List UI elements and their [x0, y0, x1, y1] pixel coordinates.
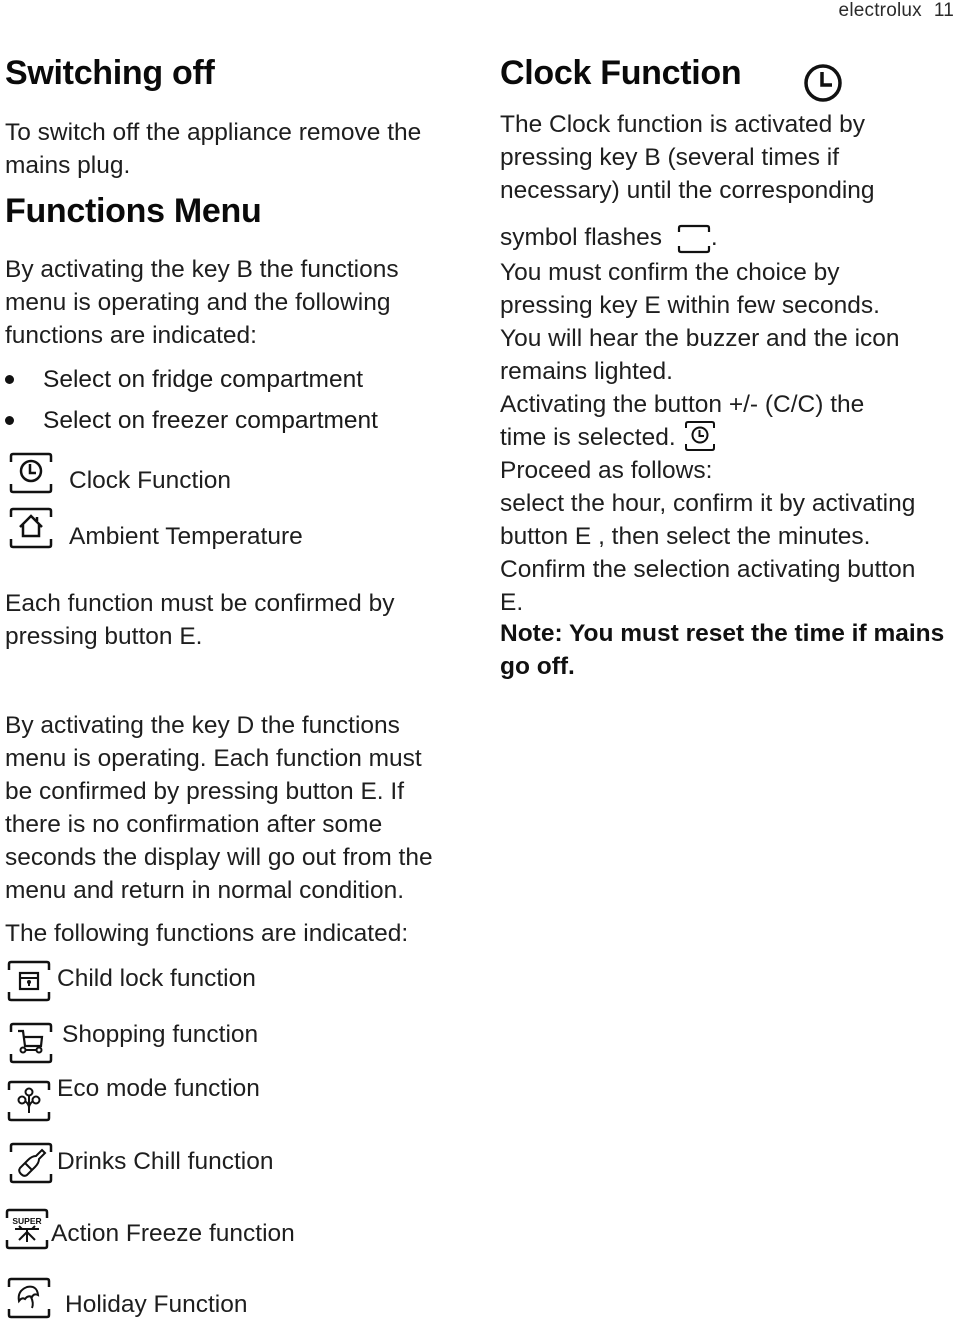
- function-drinks-chill: Drinks Chill function: [9, 1142, 409, 1186]
- eco-mode-icon: [7, 1080, 51, 1122]
- clock-intro-text: The Clock function is activated by press…: [500, 111, 875, 204]
- shopping-cart-icon: [9, 1022, 53, 1064]
- key-d-text: By activating the key D the functions me…: [5, 712, 433, 904]
- function-holiday: Holiday Function: [7, 1277, 407, 1321]
- blank-symbol-icon: [677, 224, 710, 253]
- following-functions-label: The following functions are indicated:: [5, 920, 409, 947]
- menu-item-ambient-temperature: Ambient Temperature: [9, 507, 409, 551]
- bullet-dot: [5, 375, 14, 384]
- page-header: electrolux 11: [839, 0, 954, 22]
- function-child-lock: Child lock function: [7, 960, 407, 1004]
- confirm-text: Each function must be confirmed by press…: [5, 590, 395, 650]
- brand-name: electrolux: [838, 0, 922, 21]
- clock-note: Note: You must reset the time if mains g…: [500, 620, 945, 680]
- switching-off-text: To switch off the appliance remove the m…: [5, 119, 422, 179]
- clock-confirm-text: You must confirm the choice by pressing …: [500, 259, 900, 418]
- menu-item-clock-function: Clock Function: [9, 452, 409, 496]
- super-freeze-icon: SUPER: [5, 1208, 49, 1250]
- clock-icon: [685, 420, 716, 451]
- functions-menu-intro: By activating the key B the functions me…: [5, 256, 399, 349]
- umbrella-icon: [7, 1277, 51, 1319]
- bullet-dot: [5, 416, 14, 425]
- clock-procedure-text: Proceed as follows: select the hour, con…: [500, 457, 916, 616]
- house-icon: [9, 507, 53, 549]
- page-number: 11: [933, 0, 954, 21]
- clock-icon: [9, 452, 53, 494]
- functions-menu-heading: Functions Menu: [5, 192, 262, 230]
- clock-icon: [804, 64, 842, 102]
- lock-icon: [7, 960, 51, 1002]
- bottle-icon: [9, 1142, 53, 1184]
- symbol-flashes-line: symbol flashes .: [500, 221, 718, 254]
- clock-function-heading: Clock Function: [500, 54, 742, 92]
- svg-text:SUPER: SUPER: [12, 1216, 41, 1226]
- time-selected-line: time is selected.: [500, 420, 716, 454]
- switching-off-heading: Switching off: [5, 54, 215, 92]
- function-eco-mode: Eco mode function: [7, 1075, 407, 1124]
- function-shopping: Shopping function: [9, 1021, 409, 1066]
- function-action-freeze: SUPER Action Freeze function: [5, 1208, 405, 1252]
